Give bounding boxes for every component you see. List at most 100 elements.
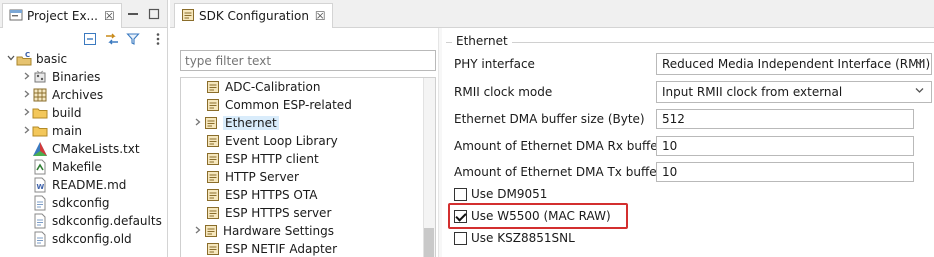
project-explorer-tab-title: Project Ex... <box>27 9 98 23</box>
chevron-right-icon[interactable] <box>22 107 32 120</box>
tree-item-readme[interactable]: W README.md <box>32 176 126 194</box>
chevron-right-icon[interactable] <box>193 225 203 238</box>
tree-item-label: ESP NETIF Adapter <box>225 242 338 256</box>
dma-buffer-size-label: Ethernet DMA buffer size (Byte) <box>454 112 645 126</box>
cmake-icon <box>32 141 48 157</box>
chevron-down-icon <box>914 85 925 99</box>
ethernet-settings-group: Ethernet PHY interface Reduced Media Ind… <box>446 34 934 257</box>
config-item-icon <box>205 97 221 113</box>
tree-item-esp-https-server[interactable]: ESP HTTPS server <box>205 204 331 222</box>
chevron-right-icon[interactable] <box>22 71 32 84</box>
tree-item-esp-https-ota[interactable]: ESP HTTPS OTA <box>205 186 317 204</box>
rmii-clock-mode-value: Input RMII clock from external <box>662 85 843 99</box>
checkbox-label: Use W5500 (MAC RAW) <box>471 209 611 223</box>
sdk-config-icon <box>181 8 195 25</box>
tree-item-adc-calibration[interactable]: ADC-Calibration <box>205 78 320 96</box>
chevron-down-icon <box>914 57 925 71</box>
maximize-icon[interactable] <box>146 6 162 22</box>
chevron-right-icon[interactable] <box>22 89 32 102</box>
tree-item-ethernet[interactable]: Ethernet <box>193 114 279 132</box>
close-icon[interactable]: ☒ <box>315 9 326 23</box>
tree-item-label: ESP HTTP client <box>225 152 319 166</box>
dma-buffer-size-input[interactable]: 512 <box>656 109 914 129</box>
tree-item-label: main <box>52 124 82 138</box>
tree-item-event-loop-library[interactable]: Event Loop Library <box>205 132 338 150</box>
use-w5500-checkbox[interactable]: Use W5500 (MAC RAW) <box>454 209 611 223</box>
checkbox-label: Use KSZ8851SNL <box>471 231 575 245</box>
phy-interface-value: Reduced Media Independent Interface (RMI… <box>662 57 931 71</box>
tree-item-cmakelists[interactable]: CMakeLists.txt <box>32 140 140 158</box>
chevron-down-icon[interactable] <box>6 53 16 66</box>
tree-item-label: sdkconfig.old <box>52 232 132 246</box>
binaries-icon <box>32 69 48 85</box>
tree-item-sdkconfig[interactable]: sdkconfig <box>32 194 110 212</box>
tree-item-label: Archives <box>52 88 104 102</box>
tree-item-hardware-settings[interactable]: Hardware Settings <box>193 222 334 240</box>
config-item-icon <box>205 151 221 167</box>
tree-item-esp-http-client[interactable]: ESP HTTP client <box>205 150 319 168</box>
tree-item-label: Hardware Settings <box>223 224 334 238</box>
tree-item-http-server[interactable]: HTTP Server <box>205 168 299 186</box>
file-icon <box>32 195 48 211</box>
tree-item-label: Binaries <box>52 70 101 84</box>
project-explorer-tab[interactable]: Project Ex... ☒ <box>2 3 122 28</box>
chevron-right-icon[interactable] <box>22 125 32 138</box>
tree-item-esp-netif-adapter[interactable]: ESP NETIF Adapter <box>205 240 337 257</box>
tree-item-label: ESP HTTPS server <box>225 206 332 220</box>
use-ksz8851snl-checkbox[interactable]: Use KSZ8851SNL <box>454 231 575 245</box>
phy-interface-select[interactable]: Reduced Media Independent Interface (RMI… <box>656 53 932 75</box>
group-border-line <box>446 42 934 43</box>
rmii-clock-mode-label: RMII clock mode <box>454 85 553 99</box>
config-item-icon <box>205 79 221 95</box>
tree-scrollbar[interactable] <box>423 78 435 257</box>
filter-icon[interactable] <box>125 31 141 47</box>
tree-item-makefile[interactable]: Makefile <box>32 158 102 176</box>
use-dm9051-checkbox[interactable]: Use DM9051 <box>454 187 547 201</box>
archives-icon <box>32 87 48 103</box>
rmii-clock-mode-select[interactable]: Input RMII clock from external <box>656 81 932 103</box>
config-item-icon <box>205 133 221 149</box>
tree-item-binaries[interactable]: Binaries <box>22 68 100 86</box>
filter-input[interactable] <box>180 50 436 71</box>
tree-item-label: CMakeLists.txt <box>52 142 140 156</box>
tree-item-sdkconfig-defaults[interactable]: sdkconfig.defaults <box>32 212 162 230</box>
dma-rx-buffers-input[interactable]: 10 <box>656 136 914 156</box>
tree-item-build[interactable]: build <box>22 104 82 122</box>
sdk-configuration-tab[interactable]: SDK Configuration ☒ <box>174 3 333 28</box>
checkbox-label: Use DM9051 <box>471 187 548 201</box>
c-project-icon: C <box>16 51 32 67</box>
checkbox-box[interactable] <box>454 187 467 201</box>
sdk-configuration-panel: SDK Configuration ☒ ADC-Calibration Comm… <box>170 0 934 257</box>
dma-tx-buffers-input[interactable]: 10 <box>656 162 914 182</box>
tree-item-basic[interactable]: C basic <box>6 50 67 68</box>
checkbox-box[interactable] <box>454 209 467 223</box>
tree-item-sdkconfig-old[interactable]: sdkconfig.old <box>32 230 132 248</box>
tree-item-label: ADC-Calibration <box>225 80 321 94</box>
link-with-editor-icon[interactable] <box>104 31 120 47</box>
checkbox-box[interactable] <box>454 231 467 245</box>
tree-item-label: Ethernet <box>223 116 279 130</box>
folder-icon <box>32 123 48 139</box>
tree-item-main[interactable]: main <box>22 122 82 140</box>
file-icon <box>32 231 48 247</box>
sdk-configuration-tabbar: SDK Configuration ☒ <box>170 0 934 28</box>
tree-item-label: build <box>52 106 82 120</box>
panel-splitter[interactable] <box>438 28 442 257</box>
project-explorer-panel: Project Ex... ☒ C basic Binaries Archive… <box>0 0 168 257</box>
collapse-all-icon[interactable] <box>82 31 98 47</box>
makefile-icon <box>32 159 48 175</box>
close-icon[interactable]: ☒ <box>104 9 115 23</box>
config-item-icon <box>205 205 221 221</box>
chevron-right-icon[interactable] <box>193 117 203 130</box>
scrollbar-thumb[interactable] <box>424 228 434 257</box>
tree-item-label: Event Loop Library <box>225 134 338 148</box>
tree-item-label: HTTP Server <box>225 170 299 184</box>
config-item-icon <box>203 115 219 131</box>
tree-item-archives[interactable]: Archives <box>22 86 103 104</box>
tree-item-common-esp-related[interactable]: Common ESP-related <box>205 96 352 114</box>
tree-item-label: Makefile <box>52 160 102 174</box>
folder-icon <box>32 105 48 121</box>
view-menu-icon[interactable] <box>150 31 166 47</box>
dma-rx-buffers-label: Amount of Ethernet DMA Rx buffers <box>454 139 669 153</box>
minimize-icon[interactable] <box>125 6 141 22</box>
